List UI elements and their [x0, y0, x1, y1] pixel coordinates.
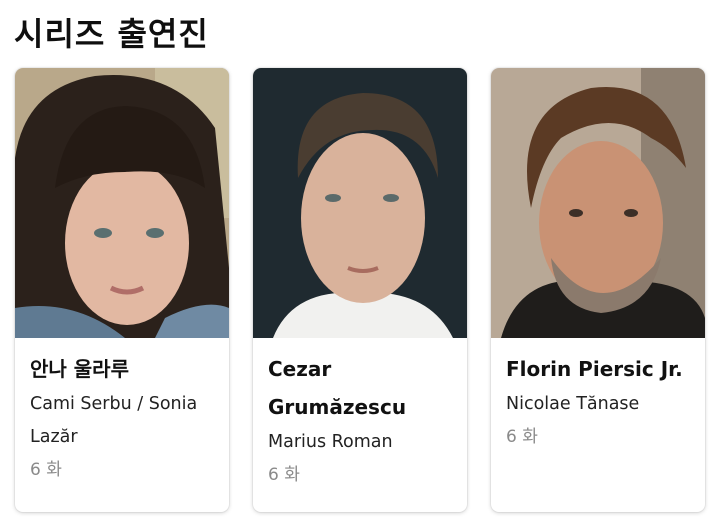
cast-photo [491, 68, 705, 338]
cast-role: Cami Serbu / Sonia Lazăr [30, 394, 198, 447]
cast-photo [15, 68, 229, 338]
cast-name: Cezar Grumăzescu [268, 357, 407, 419]
cast-name: Florin Piersic Jr. [506, 357, 683, 381]
cast-role: Nicolae Tănase [506, 394, 640, 414]
episode-count: 6 화 [506, 427, 538, 447]
cast-photo [253, 68, 467, 338]
episode-count: 6 화 [30, 460, 62, 480]
cast-card[interactable]: 안나 울라루 Cami Serbu / Sonia Lazăr 6 화 [15, 68, 229, 512]
episode-count: 6 화 [268, 465, 300, 485]
cast-card[interactable]: Cezar Grumăzescu Marius Roman 6 화 [253, 68, 467, 512]
cast-name: 안나 울라루 [30, 357, 129, 381]
cast-role: Marius Roman [268, 432, 393, 452]
cast-card[interactable]: Florin Piersic Jr. Nicolae Tănase 6 화 [491, 68, 705, 512]
section-title: 시리즈 출연진 [14, 15, 209, 53]
